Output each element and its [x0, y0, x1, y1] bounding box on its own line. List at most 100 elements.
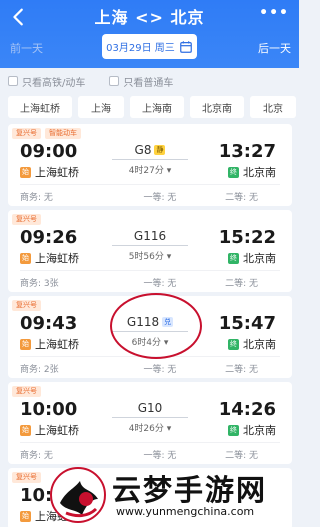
end-badge-icon: 终 — [228, 252, 239, 264]
chevron-down-icon: ▾ — [166, 424, 172, 434]
train-type-tag: 复兴号 — [12, 128, 41, 139]
train-number: G116 — [120, 229, 180, 243]
departure-station-name: 上海虹桥 — [35, 252, 79, 265]
departure-station-name: 上海虹桥 — [35, 338, 79, 351]
station-chip[interactable]: 上海南 — [130, 96, 184, 118]
station-chip[interactable]: 北京 — [250, 96, 296, 118]
highlight-circle-annotation — [110, 293, 202, 359]
start-badge-icon: 始 — [20, 252, 31, 264]
arrival-station-name: 北京南 — [243, 252, 276, 265]
train-tags: 复兴号 — [12, 472, 41, 483]
top-header: 上海 <> 北京 ••• 前一天 03月29日 周三 后一天 — [0, 0, 299, 68]
end-badge-icon: 终 — [228, 424, 239, 436]
smart-train-tag: 智能动车 — [45, 128, 81, 139]
start-badge-icon: 始 — [20, 166, 31, 178]
quiet-car-badge: 静 — [154, 145, 166, 155]
second-class-seat: 二等: 无 — [225, 365, 258, 375]
start-badge-icon: 始 — [20, 510, 31, 522]
first-class-seat: 一等: 无 — [143, 193, 177, 203]
departure-station: 始 上海虹桥 — [20, 422, 79, 438]
site-watermark: 云梦手游网 www.yunmengchina.com — [46, 465, 299, 527]
filter-high-speed[interactable]: 只看高铁/动车 — [8, 74, 85, 89]
station-chip[interactable]: 上海虹桥 — [8, 96, 72, 118]
more-menu-icon[interactable]: ••• — [259, 5, 289, 21]
departure-time: 09:00 — [20, 141, 78, 162]
arrival-station-name: 北京南 — [243, 338, 276, 351]
train-number-text: G10 — [137, 401, 163, 415]
watermark-title: 云梦手游网 — [112, 473, 268, 507]
train-tags: 复兴号 — [12, 214, 41, 225]
watermark-logo-icon — [50, 467, 106, 523]
duration-text: 5时56分 — [128, 252, 164, 262]
departure-station: 始 上海虹桥 — [20, 164, 79, 180]
business-seat: 商务: 2张 — [20, 365, 59, 375]
end-badge-icon: 终 — [228, 338, 239, 350]
prev-day-button[interactable]: 前一天 — [10, 40, 43, 56]
arrival-time: 14:26 — [218, 399, 276, 420]
filter-row: 只看高铁/动车 只看普通车 — [0, 70, 299, 92]
departure-station: 始 上海虹桥 — [20, 336, 79, 352]
train-type-tag: 复兴号 — [12, 300, 41, 311]
route-line — [112, 417, 188, 418]
train-type-tag: 复兴号 — [12, 472, 41, 483]
end-badge-icon: 终 — [228, 166, 239, 178]
seat-availability: 商务: 3张 一等: 无 二等: 无 — [20, 270, 280, 289]
departure-station: 始 上海虹桥 — [20, 250, 79, 266]
start-badge-icon: 始 — [20, 424, 31, 436]
filter-normal[interactable]: 只看普通车 — [109, 74, 173, 89]
calendar-icon — [179, 40, 192, 53]
train-type-tag: 复兴号 — [12, 386, 41, 397]
route-title: 上海 <> 北京 — [94, 8, 205, 27]
departure-time: 09:26 — [20, 227, 78, 248]
train-tags: 复兴号 智能动车 — [12, 128, 81, 139]
arrival-station: 终 北京南 — [228, 336, 276, 352]
duration[interactable]: 5时56分 ▾ — [120, 249, 180, 262]
train-type-tag: 复兴号 — [12, 214, 41, 225]
second-class-seat: 二等: 无 — [225, 451, 258, 461]
arrival-time: 15:22 — [218, 227, 276, 248]
seat-availability: 商务: 无 一等: 无 二等: 无 — [20, 442, 280, 461]
station-chip[interactable]: 上海 — [78, 96, 124, 118]
arrival-station-name: 北京南 — [243, 166, 276, 179]
departure-time: 10:00 — [20, 399, 78, 420]
train-card[interactable]: 复兴号 09:26 始 上海虹桥 G116 5时56分 ▾ 15:22 终 北京… — [8, 210, 292, 292]
train-tags: 复兴号 — [12, 300, 41, 311]
train-tags: 复兴号 — [12, 386, 41, 397]
first-class-seat: 一等: 无 — [143, 279, 177, 289]
watermark-url: www.yunmengchina.com — [116, 505, 255, 518]
duration-text: 4时26分 — [128, 424, 164, 434]
departure-station-name: 上海虹桥 — [35, 166, 79, 179]
first-class-seat: 一等: 无 — [143, 365, 177, 375]
duration[interactable]: 4时27分 ▾ — [120, 163, 180, 176]
train-number: G8 静 — [120, 143, 180, 157]
date-picker[interactable]: 03月29日 周三 — [102, 34, 197, 59]
normal-checkbox[interactable] — [109, 76, 120, 86]
seat-availability: 商务: 无 一等: 无 二等: 无 — [20, 184, 280, 203]
route-line — [112, 245, 188, 246]
chevron-down-icon: ▾ — [166, 166, 172, 176]
departure-station-name: 上海虹桥 — [35, 424, 79, 437]
train-card[interactable]: 复兴号 智能动车 09:00 始 上海虹桥 G8 静 4时27分 ▾ 13:27… — [8, 124, 292, 206]
date-label: 03月29日 周三 — [106, 43, 175, 54]
departure-time: 09:43 — [20, 313, 78, 334]
arrival-time: 13:27 — [218, 141, 276, 162]
train-number: G10 — [120, 401, 180, 415]
high-speed-checkbox[interactable] — [8, 76, 18, 86]
duration[interactable]: 4时26分 ▾ — [120, 421, 180, 434]
arrival-time: 15:47 — [218, 313, 276, 334]
station-filter-row: 上海虹桥 上海 上海南 北京南 北京 — [0, 96, 299, 120]
train-number-text: G116 — [133, 229, 167, 243]
arrival-station: 终 北京南 — [228, 422, 276, 438]
business-seat: 商务: 无 — [20, 451, 53, 461]
seat-availability: 商务: 2张 一等: 无 二等: 无 — [20, 356, 280, 375]
route-line — [112, 159, 188, 160]
business-seat: 商务: 无 — [20, 193, 53, 203]
chevron-down-icon: ▾ — [166, 252, 172, 262]
train-card[interactable]: 复兴号 10:00 始 上海虹桥 G10 4时26分 ▾ 14:26 终 北京南… — [8, 382, 292, 464]
duration-text: 4时27分 — [128, 166, 164, 176]
first-class-seat: 一等: 无 — [143, 451, 177, 461]
station-chip[interactable]: 北京南 — [190, 96, 244, 118]
next-day-button[interactable]: 后一天 — [258, 40, 291, 56]
arrival-station-name: 北京南 — [243, 424, 276, 437]
business-seat: 商务: 3张 — [20, 279, 59, 289]
